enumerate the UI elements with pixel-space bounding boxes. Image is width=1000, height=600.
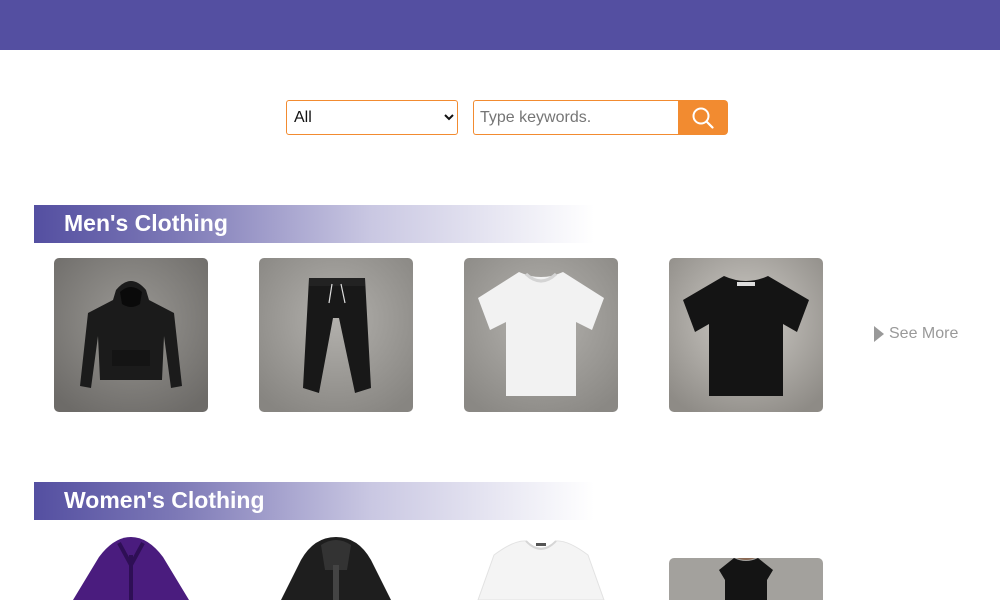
search-input[interactable] <box>473 100 678 135</box>
product-black-hoodie[interactable] <box>54 258 208 412</box>
product-image <box>669 258 823 412</box>
section-title: Women's Clothing <box>64 487 265 513</box>
product-purple-jacket[interactable] <box>54 535 208 600</box>
product-image <box>464 258 618 412</box>
play-triangle-icon <box>874 326 884 342</box>
mens-clothing-header: Men's Clothing <box>34 205 594 243</box>
product-image <box>54 535 208 600</box>
product-black-tshirt[interactable] <box>669 258 823 412</box>
section-title: Men's Clothing <box>64 210 228 236</box>
product-black-leather-jacket[interactable] <box>259 535 413 600</box>
search-button[interactable] <box>678 100 728 135</box>
product-image <box>669 558 823 600</box>
search-box <box>473 100 728 135</box>
product-black-joggers[interactable] <box>259 258 413 412</box>
product-black-crop-top[interactable] <box>669 558 823 600</box>
see-more-link[interactable]: See More <box>874 325 958 343</box>
product-image <box>259 258 413 412</box>
search-bar: All <box>286 100 728 135</box>
product-image <box>464 535 618 600</box>
product-white-blouse[interactable] <box>464 535 618 600</box>
product-image <box>54 258 208 412</box>
product-image <box>259 535 413 600</box>
product-white-tshirt[interactable] <box>464 258 618 412</box>
search-icon <box>692 107 714 129</box>
top-navigation-bar <box>0 0 1000 50</box>
womens-clothing-header: Women's Clothing <box>34 482 594 520</box>
category-select[interactable]: All <box>286 100 458 135</box>
see-more-label: See More <box>889 325 959 342</box>
